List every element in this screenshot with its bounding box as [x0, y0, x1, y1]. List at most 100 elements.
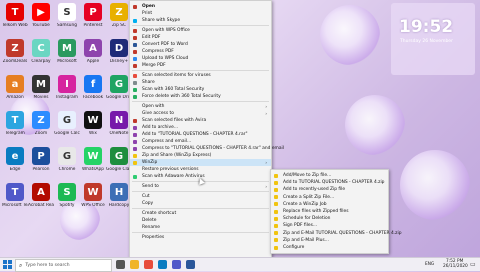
desktop-icon[interactable]: M Microsoft [54, 37, 80, 73]
desktop-icon[interactable]: ▶ YouTube [28, 1, 54, 37]
app-icon: N [110, 111, 128, 129]
desktop-icon[interactable]: Z ZoomDeals [2, 37, 28, 73]
desktop-icon[interactable]: I Instagram [54, 73, 80, 109]
desktop-icon[interactable]: A Apple [80, 37, 106, 73]
winzip-icon [274, 245, 278, 250]
word-icon[interactable] [186, 260, 195, 269]
winzip-submenu-item[interactable]: Zip and E-Mail TUTORIAL QUESTIONS - CHAP… [271, 230, 402, 237]
desktop-icon[interactable]: f Facebook [80, 73, 106, 109]
winzip-submenu-item[interactable]: Add to TUTORIAL QUESTIONS - CHAPTER 4.zi… [271, 179, 388, 186]
clock-widget: 19:52 Thursday 26 November [391, 3, 475, 75]
taskbar-date[interactable]: 26/11/2020 [443, 264, 468, 269]
winzip-submenu-item[interactable]: Create a WinZip Job [271, 201, 388, 208]
desktop-icon[interactable]: G Google Calc [54, 109, 80, 145]
context-menu-item[interactable]: Compress to "TUTORIAL QUESTIONS - CHAPTE… [130, 145, 284, 152]
task-view-icon[interactable] [116, 260, 125, 269]
desktop-icon[interactable]: T Microsoft Teams [2, 181, 28, 217]
context-menu-item[interactable]: Force delete with 360 Total Security [130, 93, 271, 100]
context-menu-item[interactable]: Add to "TUTORIAL QUESTIONS - CHAPTER 4.r… [130, 131, 271, 138]
context-menu-item[interactable]: Share with Skype [130, 17, 271, 24]
teams-icon[interactable] [172, 260, 181, 269]
desktop-icon[interactable]: A Acrobat Reader DC [28, 181, 54, 217]
menu-item-label: Upload to WPS Cloud [142, 56, 189, 61]
file-explorer-icon[interactable] [130, 260, 139, 269]
winzip-submenu-item[interactable]: Add/Move to Zip file... [271, 172, 388, 179]
winzip-submenu-item[interactable]: Replace files with Zipped files [271, 208, 388, 215]
context-menu-item[interactable]: Scan with 360 Total Security [130, 86, 271, 93]
context-menu-item[interactable]: Create shortcut [130, 210, 271, 217]
desktop-icon-label: Microsoft Teams [2, 203, 28, 208]
context-menu-item[interactable]: Restore previous versions [130, 166, 271, 173]
desktop-icon-label: Clearpay [31, 59, 51, 64]
winzip-submenu-item[interactable]: Add to recently-used Zip file [271, 186, 388, 193]
menu-item-label: Sign PDF files... [283, 223, 318, 229]
context-menu-item[interactable]: Upload to WPS Cloud [130, 55, 271, 62]
desktop-icon[interactable]: P Pearson [28, 145, 54, 181]
context-menu-item[interactable]: Share [130, 79, 271, 86]
winzip-submenu-item[interactable]: Zip and E-Mail Plus... [271, 237, 388, 244]
language-indicator[interactable]: ENG [425, 262, 434, 267]
start-button[interactable] [3, 260, 12, 269]
context-menu-item[interactable]: Open with WPS Office [130, 27, 271, 34]
context-menu-item[interactable]: Copy [130, 200, 271, 207]
context-menu-item[interactable]: Open with › [130, 103, 271, 110]
desktop-icon[interactable]: S Spotify [54, 181, 80, 217]
context-menu-item[interactable]: Give access to › [130, 110, 271, 117]
desktop-icon[interactable]: e Edge [2, 145, 28, 181]
desktop-icon[interactable]: T Telegram [2, 109, 28, 145]
context-menu-item[interactable]: Rename [130, 224, 271, 231]
context-menu-item[interactable]: Scan selected files with Avira [130, 117, 271, 124]
desktop-icon[interactable]: a Amazon [2, 73, 28, 109]
menu-item-label: Properties [142, 235, 165, 240]
winzip-submenu-item[interactable]: Create a Split Zip File... [271, 194, 388, 201]
context-menu-item[interactable]: Compress and email... [130, 138, 271, 145]
menu-item-label: WinZip [142, 160, 158, 165]
desktop-icon-label: Edge [9, 167, 21, 172]
desktop-icon-label: Microsoft [57, 59, 77, 64]
desktop-icon-label: Movies [33, 95, 49, 100]
winzip-submenu-item[interactable]: Configure [271, 244, 388, 251]
context-menu-item[interactable]: Merge PDF [130, 62, 271, 69]
app-icon: M [58, 39, 76, 57]
context-menu-item[interactable]: Open [130, 3, 271, 10]
winzip-submenu-item[interactable]: Schedule for Deletion [271, 215, 388, 222]
app-icon: A [84, 39, 102, 57]
context-menu-item[interactable]: Zip and Share (WinZip Express) [130, 152, 271, 159]
desktop-icon[interactable]: W WhatsApp [80, 145, 106, 181]
edge-icon[interactable] [158, 260, 167, 269]
desktop-icon[interactable]: T Telkom Website [2, 1, 28, 37]
desktop-icon[interactable]: W WPS Office [80, 181, 106, 217]
context-menu-item[interactable]: Cut [130, 193, 271, 200]
menu-item-label: Open with [142, 104, 165, 109]
taskbar-search-box[interactable]: ⌕ Type here to search [15, 259, 112, 272]
winzip-icon [274, 195, 278, 200]
context-menu-item[interactable]: Convert PDF to Word [130, 41, 271, 48]
desktop-icon[interactable]: W Wix [80, 109, 106, 145]
desktop-icon[interactable]: C Clearpay [28, 37, 54, 73]
menu-item-label: Configure [283, 245, 305, 250]
context-menu-item[interactable]: Properties [130, 234, 271, 241]
desktop-icon[interactable]: P Pinterest [80, 1, 106, 37]
flower-decoration [345, 95, 405, 155]
context-menu-item[interactable]: WinZip › [130, 159, 271, 166]
menu-item-label: Restore previous versions [142, 167, 199, 172]
context-menu-item[interactable]: Print [130, 10, 271, 17]
app-icon: H [110, 183, 128, 201]
desktop-icon[interactable]: Z Zoom [28, 109, 54, 145]
context-menu-item[interactable]: Scan selected items for viruses [130, 72, 271, 79]
notification-icon[interactable]: ▭ [470, 261, 476, 268]
desktop-icon[interactable]: G Chrome [54, 145, 80, 181]
desktop-icon[interactable]: S Samsung [54, 1, 80, 37]
context-menu-item[interactable]: Edit PDF [130, 34, 271, 41]
context-menu-item[interactable]: Delete [130, 217, 271, 224]
desktop-icon-label: Pinterest [83, 23, 103, 28]
app-icon: S [58, 3, 76, 21]
desktop-icon[interactable]: M Movies [28, 73, 54, 109]
chrome-icon[interactable] [144, 260, 153, 269]
menu-item-icon [133, 35, 137, 40]
app-icon: Z [6, 39, 24, 57]
context-menu-item[interactable]: Add to archive... [130, 124, 271, 131]
winzip-icon [274, 223, 278, 228]
winzip-submenu-item[interactable]: Sign PDF files... [271, 222, 388, 229]
context-menu-item[interactable]: Compress PDF [130, 48, 271, 55]
